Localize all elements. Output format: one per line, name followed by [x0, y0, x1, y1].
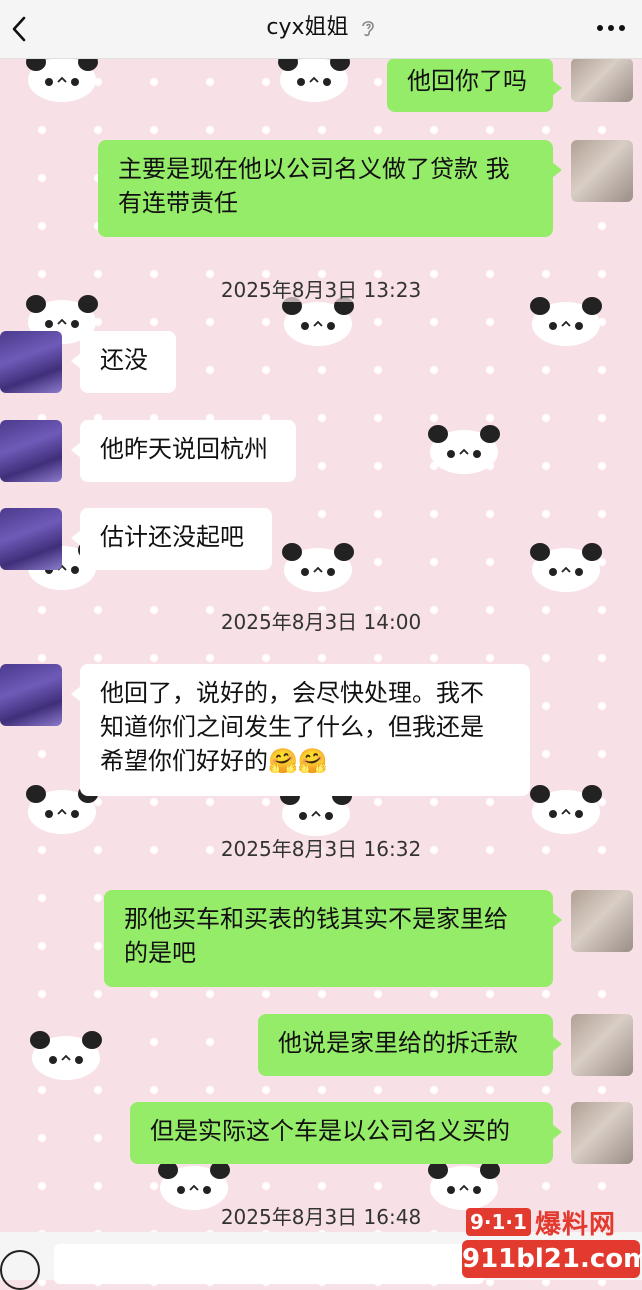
timestamp: 2025年8月3日 14:00 — [0, 608, 642, 636]
message-bubble-sent[interactable]: 主要是现在他以公司名义做了贷款 我 有连带责任 — [98, 140, 562, 237]
message-text: 还没 — [100, 346, 148, 374]
watermark-url: 911bl21.com — [462, 1240, 642, 1278]
watermark-brand: 爆料网 — [534, 1209, 616, 1240]
timestamp: 2025年8月3日 16:32 — [0, 835, 642, 863]
panda-decoration — [277, 52, 351, 102]
message-line: 他回了，说好的，会尽快处理。我不 — [100, 679, 484, 707]
message-bubble-sent[interactable]: 那他买车和买表的钱其实不是家里给 的是吧 — [104, 890, 562, 987]
message-bubble-received[interactable]: 他回了，说好的，会尽快处理。我不 知道你们之间发生了什么，但我还是 希望你们好好… — [71, 664, 530, 796]
avatar[interactable] — [571, 58, 633, 102]
message-bubble-sent[interactable]: 但是实际这个车是以公司名义买的 — [130, 1102, 562, 1164]
timestamp: 2025年8月3日 13:23 — [0, 276, 642, 304]
avatar[interactable] — [0, 331, 62, 393]
message-bubble-sent[interactable]: 他说是家里给的拆迁款 — [258, 1014, 562, 1076]
panda-decoration — [281, 542, 355, 592]
watermark-top: 9·1·1 爆料网 — [466, 1206, 616, 1240]
panda-decoration — [529, 784, 603, 834]
panda-decoration — [427, 424, 501, 474]
avatar[interactable] — [571, 890, 633, 952]
message-line: 有连带责任 — [118, 189, 238, 217]
message-bubble-received[interactable]: 还没 — [71, 331, 176, 393]
message-text: 他说是家里给的拆迁款 — [278, 1029, 518, 1057]
message-text: 他回你了吗 — [407, 67, 527, 95]
message-input[interactable] — [54, 1244, 484, 1284]
panda-decoration — [25, 52, 99, 102]
panda-decoration — [529, 542, 603, 592]
message-text: 估计还没起吧 — [100, 523, 244, 551]
avatar[interactable] — [0, 508, 62, 570]
message-line: 主要是现在他以公司名义做了贷款 我 — [118, 155, 510, 183]
avatar[interactable] — [0, 420, 62, 482]
chat-title-wrap: cyx姐姐 — [0, 14, 642, 42]
panda-decoration — [29, 1030, 103, 1080]
message-bubble-sent[interactable]: 他回你了吗 — [387, 58, 562, 112]
message-line: 的是吧 — [124, 939, 196, 967]
message-bubble-received[interactable]: 他昨天说回杭州 — [71, 420, 296, 482]
chat-title: cyx姐姐 — [266, 15, 349, 40]
message-bubble-received[interactable]: 估计还没起吧 — [71, 508, 272, 570]
message-text: 他昨天说回杭州 — [100, 435, 268, 463]
avatar[interactable] — [0, 664, 62, 726]
voice-icon[interactable] — [0, 1250, 40, 1290]
more-horizontal-icon[interactable] — [594, 14, 628, 42]
avatar[interactable] — [571, 140, 633, 202]
watermark: 9·1·1 爆料网 911bl21.com — [462, 1206, 642, 1278]
chat-header: cyx姐姐 — [0, 0, 642, 59]
message-line: 知道你们之间发生了什么，但我还是 — [100, 713, 484, 741]
ear-icon — [361, 21, 374, 37]
message-text: 但是实际这个车是以公司名义买的 — [150, 1117, 510, 1145]
avatar[interactable] — [571, 1102, 633, 1164]
watermark-badge: 9·1·1 — [466, 1208, 531, 1236]
avatar[interactable] — [571, 1014, 633, 1076]
message-line: 那他买车和买表的钱其实不是家里给 — [124, 905, 508, 933]
message-line: 希望你们好好的🤗🤗 — [100, 747, 328, 775]
